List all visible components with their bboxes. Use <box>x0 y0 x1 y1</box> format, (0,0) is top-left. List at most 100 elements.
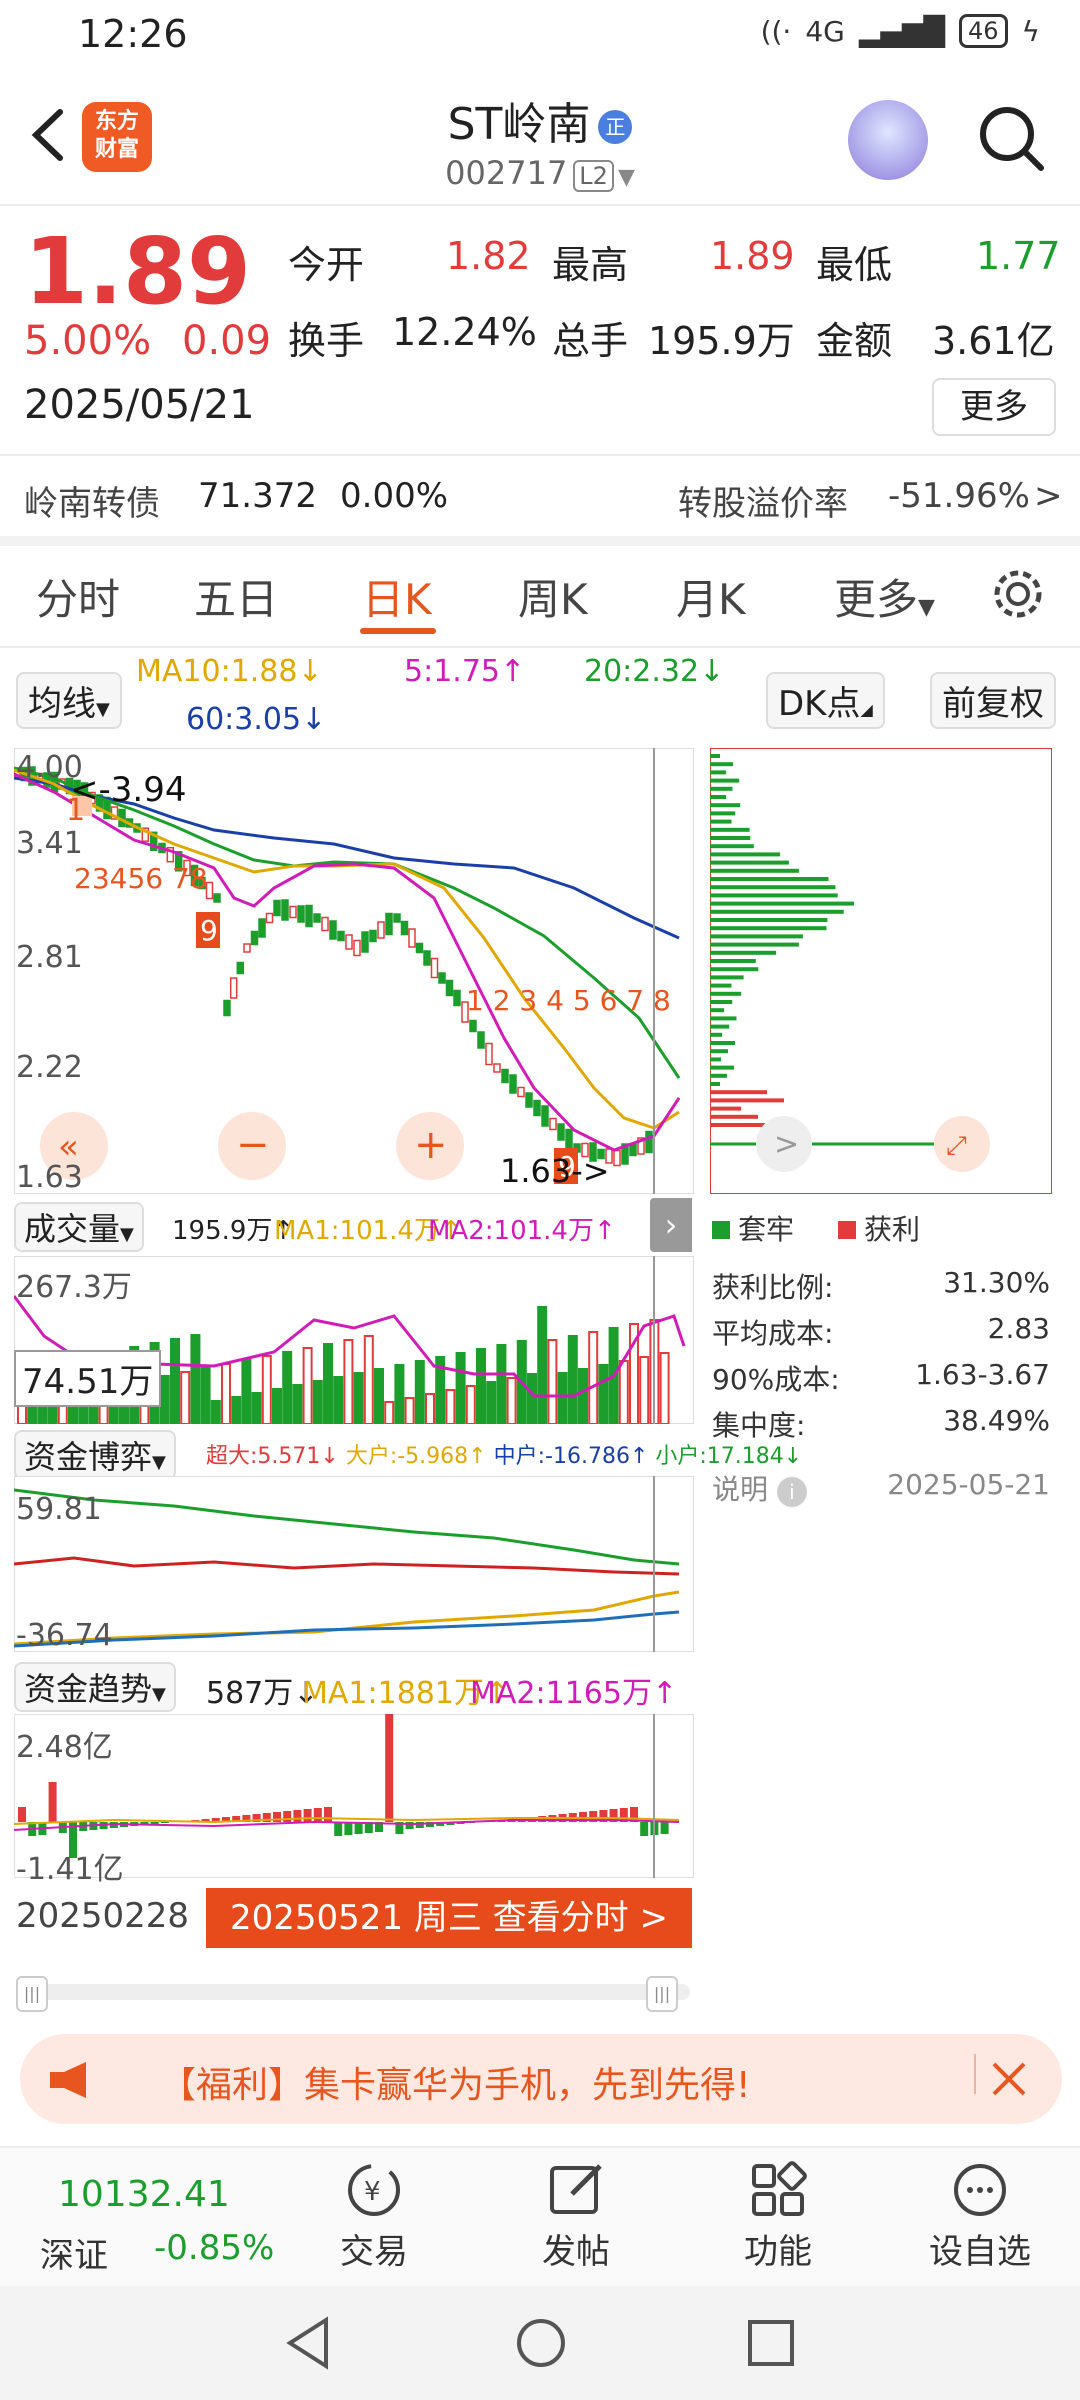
bond-percent: 0.00% <box>340 476 449 516</box>
kline-y-4: 1.63 <box>16 1160 83 1195</box>
volume-selector[interactable]: 成交量▼ <box>14 1202 144 1252</box>
chip-bar <box>710 1057 721 1062</box>
chip-bar <box>710 967 759 972</box>
volume-bar <box>353 1372 364 1424</box>
edit-icon <box>550 2164 602 2214</box>
candle <box>557 1123 565 1141</box>
charging-icon: ϟ <box>1021 14 1040 48</box>
nav-functions[interactable]: 功能 <box>718 2160 838 2273</box>
volume-value: 195.9万 <box>648 319 795 363</box>
panel-toggle-button[interactable]: › <box>650 1198 692 1252</box>
chip-distribution-chart[interactable]: > ⤢ <box>710 748 1052 1194</box>
megaphone-icon <box>50 2062 86 2098</box>
tab-more-label: 更多 <box>834 575 919 624</box>
candle <box>385 912 393 936</box>
bond-name[interactable]: 岭南转债 <box>24 476 160 525</box>
close-icon[interactable] <box>990 2060 1028 2098</box>
candle <box>393 913 401 923</box>
tab-weekly-k[interactable]: 周K <box>518 566 588 627</box>
candle <box>361 931 369 953</box>
candle <box>629 1143 637 1157</box>
chip-bar <box>710 1008 725 1013</box>
volume-bar <box>394 1364 405 1424</box>
nav-home-icon[interactable] <box>514 2316 568 2370</box>
high-label: 最高 <box>552 243 629 287</box>
adjust-button[interactable]: 前复权 <box>930 672 1056 729</box>
start-date: 20250228 <box>16 1896 190 1936</box>
trend-bar <box>334 1822 343 1836</box>
more-button[interactable]: 更多 <box>932 378 1056 436</box>
range-handle-right[interactable]: ||| <box>646 1976 678 2012</box>
note-link[interactable]: 说明 i <box>712 1468 807 1508</box>
volume-bar <box>527 1373 537 1424</box>
chip-bar <box>710 1065 734 1070</box>
search-icon[interactable] <box>975 102 1047 174</box>
range-handle-left[interactable]: ||| <box>16 1976 48 2012</box>
legend-trap-label: 套牢 <box>738 1213 795 1246</box>
trend-bar <box>385 1714 394 1822</box>
nav-back-icon[interactable] <box>284 2316 334 2370</box>
amount-label: 金额 <box>816 319 893 363</box>
chip-bar <box>710 1049 728 1054</box>
nav-watchlist[interactable]: 设自选 <box>920 2160 1040 2273</box>
chip-bar <box>710 1098 784 1103</box>
bond-price: 71.372 <box>198 476 317 516</box>
concentration-value: 38.49% <box>943 1404 1050 1437</box>
capital-game-selector[interactable]: 资金博弈▼ <box>14 1430 176 1480</box>
trend-bar <box>344 1822 353 1835</box>
index-ticker[interactable]: 10132.41 深证 -0.85% <box>36 2166 276 2276</box>
chip-bar <box>710 754 720 758</box>
candle <box>258 918 266 938</box>
ma20-label: 20:2.32↓ <box>584 654 725 689</box>
legend-profit-swatch <box>838 1221 856 1239</box>
volume-bar <box>537 1306 548 1424</box>
volume-bar <box>578 1368 588 1424</box>
capital-trend-bottom: -1.41亿 <box>16 1852 124 1887</box>
chip-bar <box>710 918 828 922</box>
nine-up-2to8: 23456 78 <box>74 862 208 895</box>
tab-five-day[interactable]: 五日 <box>194 566 278 627</box>
chip-bar <box>710 770 727 775</box>
network-label: 4G <box>805 14 845 48</box>
robot-avatar-icon[interactable] <box>848 100 928 180</box>
candle <box>533 1099 541 1117</box>
candle <box>281 899 289 921</box>
cost90-value: 1.63-3.67 <box>915 1358 1050 1391</box>
volume-bar <box>210 1400 221 1424</box>
nav-recent-icon[interactable] <box>746 2318 796 2368</box>
chip-bar <box>710 959 756 963</box>
kline-max-label: <-3.94 <box>70 770 187 810</box>
dk-point-button[interactable]: DK点◢ <box>766 672 885 729</box>
volume-bar <box>476 1348 486 1424</box>
view-intraday-button[interactable]: 20250521 周三 查看分时 > <box>206 1888 692 1948</box>
nav-post[interactable]: 发帖 <box>516 2160 636 2273</box>
caret-down-icon: ▼ <box>918 595 935 620</box>
candle <box>477 1031 485 1049</box>
candle <box>645 1130 653 1154</box>
tab-intraday[interactable]: 分时 <box>36 566 120 627</box>
yuan-exchange-icon: ¥ <box>348 2164 400 2216</box>
trend-bar <box>303 1809 312 1822</box>
range-scrollbar[interactable] <box>16 1984 690 2000</box>
capital-game-label: 资金博弈 <box>24 1438 153 1476</box>
signal-icon: ▂▄▆█ <box>858 14 945 48</box>
chip-bar <box>710 991 742 996</box>
chip-bar <box>710 795 727 799</box>
kline-y-1: 3.41 <box>16 826 83 861</box>
capital-trend-selector[interactable]: 资金趋势▼ <box>14 1662 176 1712</box>
kline-chart[interactable]: 1 23456 78 9 1 2 3 4 5 6 7 8 9 « − + <box>14 748 694 1194</box>
gear-icon[interactable] <box>990 566 1046 622</box>
trend-bar <box>640 1822 649 1836</box>
caret-down-icon: ▼ <box>152 1452 166 1473</box>
tab-more[interactable]: 更多▼ <box>834 566 935 627</box>
chip-bar <box>710 836 751 840</box>
tab-monthly-k[interactable]: 月K <box>676 566 746 627</box>
tab-daily-k[interactable]: 日K <box>362 566 432 627</box>
chip-bar <box>710 926 827 931</box>
nav-trade-label: 交易 <box>340 2232 408 2272</box>
premium-label: 转股溢价率 <box>678 484 848 524</box>
ma-selector[interactable]: 均线▼ <box>16 672 122 729</box>
chevron-right-icon[interactable]: > <box>1034 476 1063 516</box>
nav-trade[interactable]: ¥ 交易 <box>314 2160 434 2273</box>
volume-bar <box>312 1380 323 1424</box>
